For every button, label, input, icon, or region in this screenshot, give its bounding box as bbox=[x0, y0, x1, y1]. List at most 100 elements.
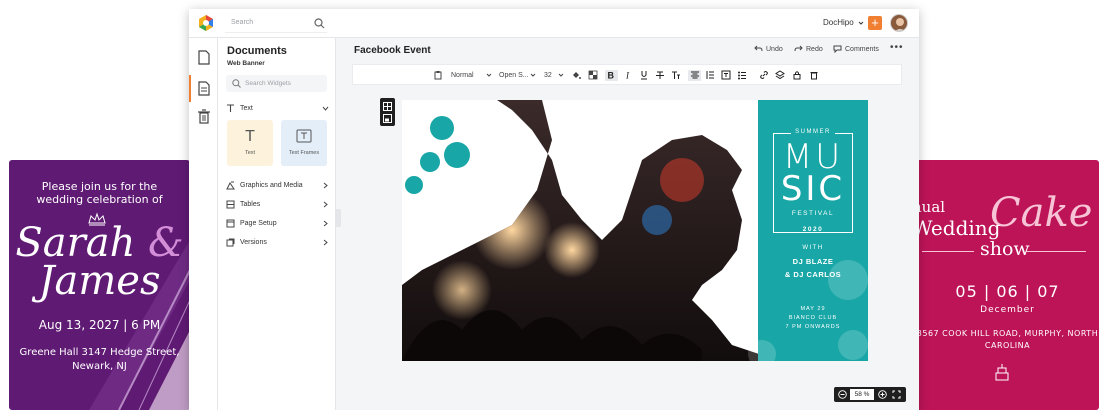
search-box[interactable]: Search bbox=[225, 15, 327, 33]
text-case-icon bbox=[672, 71, 680, 79]
delete-button[interactable] bbox=[809, 70, 819, 81]
paragraph-style-select[interactable]: Normal bbox=[451, 70, 474, 81]
paste-style-button[interactable] bbox=[433, 70, 443, 81]
dj-one: DJ BLAZE bbox=[792, 257, 834, 266]
zoom-control: 58 % bbox=[834, 387, 906, 402]
more-menu-button[interactable]: ••• bbox=[890, 42, 904, 53]
link-icon bbox=[760, 71, 768, 79]
text-frames-widget-tile[interactable]: Text Frames bbox=[281, 120, 327, 166]
strikethrough-icon bbox=[656, 71, 664, 79]
rail-document-editor[interactable] bbox=[189, 75, 218, 102]
comment-icon bbox=[833, 45, 842, 54]
concert-silhouette-image[interactable] bbox=[402, 100, 762, 361]
widget-search-input[interactable]: Search Widgets bbox=[226, 75, 327, 92]
cake-text: Cake bbox=[990, 190, 1093, 236]
text-case-button[interactable] bbox=[671, 70, 681, 81]
wedding-invite-card[interactable]: Please join us for the wedding celebrati… bbox=[9, 160, 190, 410]
bubble-decoration bbox=[838, 330, 868, 360]
clipboard-icon bbox=[434, 71, 442, 80]
chevron-down-icon[interactable] bbox=[484, 70, 494, 81]
event-details: MAY 29 BIANCO CLUB 7 PM ONWARDS bbox=[758, 305, 868, 332]
section-tables-label: Tables bbox=[240, 201, 261, 208]
name-two: James bbox=[38, 258, 161, 304]
trash-icon bbox=[810, 72, 818, 80]
text-tile-glyph: T bbox=[245, 128, 255, 145]
panel-collapse-handle[interactable] bbox=[335, 209, 341, 227]
text-color-button[interactable] bbox=[571, 70, 581, 81]
font-family-chevron[interactable] bbox=[528, 70, 538, 81]
font-size-chevron[interactable] bbox=[556, 70, 566, 81]
text-frames-tile-caption: Text Frames bbox=[288, 150, 320, 156]
account-menu[interactable]: DocHipo bbox=[823, 18, 864, 27]
zoom-out-icon[interactable] bbox=[838, 390, 847, 399]
section-versions[interactable]: Versions bbox=[226, 236, 329, 250]
chevron-right-icon bbox=[323, 239, 328, 246]
chevron-down-icon bbox=[486, 73, 492, 77]
font-size-select[interactable]: 32 bbox=[544, 70, 552, 81]
section-tables[interactable]: Tables bbox=[226, 198, 329, 212]
strikethrough-button[interactable] bbox=[655, 70, 665, 81]
chevron-down-icon bbox=[322, 106, 329, 111]
search-icon[interactable] bbox=[314, 18, 325, 29]
lock-button[interactable] bbox=[792, 70, 802, 81]
festival-info-panel[interactable]: SUMMER MU SIC FESTIVAL 2020 WITH DJ BLAZ… bbox=[748, 100, 868, 361]
link-button[interactable] bbox=[759, 70, 769, 81]
document-title[interactable]: Facebook Event bbox=[354, 45, 431, 56]
bold-icon: B bbox=[608, 71, 615, 81]
section-text-label: Text bbox=[240, 105, 253, 112]
panel-subtitle: Web Banner bbox=[227, 60, 265, 67]
chevron-right-icon bbox=[323, 182, 328, 189]
file-icon bbox=[198, 50, 210, 65]
frame-icon[interactable] bbox=[383, 114, 392, 123]
font-size-value: 32 bbox=[544, 72, 552, 79]
page-setup-icon bbox=[226, 219, 235, 228]
dj-two: & DJ CARLOS bbox=[784, 270, 842, 279]
text-tile-caption: Text bbox=[244, 150, 256, 156]
screenshot-stage: Please join us for the wedding celebrati… bbox=[0, 0, 1109, 410]
zoom-in-icon[interactable] bbox=[878, 390, 887, 399]
highlight-button[interactable] bbox=[588, 70, 598, 81]
section-graphics-media[interactable]: Graphics and Media bbox=[226, 179, 329, 193]
dj-lineup: DJ BLAZE & DJ CARLOS bbox=[758, 255, 868, 281]
music-title-bottom: SIC bbox=[780, 169, 846, 209]
wedding-cake-card[interactable]: nual Cake Wedding show 05 | 06 | 07 Dece… bbox=[916, 160, 1099, 410]
grid-icon[interactable] bbox=[383, 102, 392, 111]
svg-text:I: I bbox=[625, 71, 630, 81]
section-page-setup[interactable]: Page Setup bbox=[226, 217, 329, 231]
versions-icon bbox=[226, 238, 235, 247]
dochipo-logo-icon[interactable] bbox=[197, 14, 215, 32]
bullet-list-button[interactable] bbox=[737, 70, 747, 81]
design-canvas[interactable]: SUMMER MU SIC FESTIVAL 2020 WITH DJ BLAZ… bbox=[402, 100, 868, 361]
undo-label: Undo bbox=[766, 45, 783, 53]
user-avatar[interactable] bbox=[890, 14, 908, 32]
paint-bucket-icon bbox=[573, 72, 581, 79]
rail-documents[interactable] bbox=[189, 44, 218, 71]
text-widget-tile[interactable]: T Text bbox=[227, 120, 273, 166]
avatar-image-icon bbox=[891, 15, 907, 31]
underline-button[interactable] bbox=[639, 70, 649, 81]
undo-button[interactable]: Undo bbox=[754, 45, 783, 53]
section-graphics-label: Graphics and Media bbox=[240, 182, 303, 189]
comments-button[interactable]: Comments bbox=[833, 45, 879, 54]
summer-label: SUMMER bbox=[758, 129, 868, 135]
svg-text:B: B bbox=[608, 71, 615, 81]
widgets-panel: Documents Web Banner Search Widgets Text… bbox=[218, 38, 336, 410]
divider-left bbox=[922, 251, 974, 252]
zoom-level[interactable]: 58 % bbox=[850, 389, 874, 400]
text-box-button[interactable] bbox=[721, 70, 731, 81]
align-center-icon bbox=[690, 71, 699, 79]
align-center-button[interactable] bbox=[688, 70, 701, 81]
line-spacing-button[interactable] bbox=[705, 70, 715, 81]
section-text[interactable]: Text bbox=[226, 102, 329, 116]
create-new-button[interactable]: + bbox=[868, 16, 882, 30]
italic-button[interactable]: I bbox=[623, 70, 633, 81]
lock-icon bbox=[793, 71, 801, 80]
left-rail bbox=[189, 38, 218, 410]
font-family-select[interactable]: Open S... bbox=[499, 70, 529, 81]
bold-button[interactable]: B bbox=[605, 70, 618, 81]
fullscreen-icon[interactable] bbox=[892, 390, 901, 399]
redo-button[interactable]: Redo bbox=[794, 45, 823, 53]
rail-trash[interactable] bbox=[189, 103, 218, 130]
text-icon bbox=[227, 104, 234, 112]
layers-button[interactable] bbox=[775, 70, 785, 81]
